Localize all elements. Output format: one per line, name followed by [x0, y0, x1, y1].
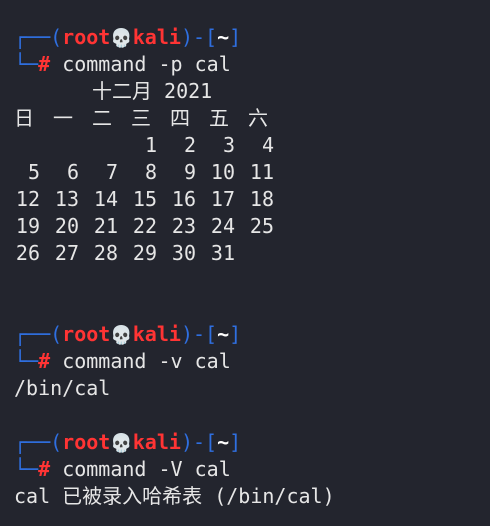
prompt-dir: ~: [217, 25, 230, 49]
prompt-host: kali: [132, 430, 181, 454]
calendar-day: 26: [15, 241, 40, 265]
calendar-day: 7: [105, 160, 118, 184]
calendar-day: 27: [54, 241, 79, 265]
weekday-label: 二: [92, 106, 112, 130]
terminal-window[interactable]: ┌──(root💀kali)-[~] └─# command -p cal 十二…: [0, 0, 492, 526]
calendar-day: 18: [249, 187, 274, 211]
calendar-day: 24: [210, 214, 235, 238]
weekday-label: 四: [170, 106, 190, 130]
calendar-header: 十二月 2021: [92, 79, 213, 103]
calendar-day: 8: [144, 160, 157, 184]
prompt-symbol: #: [38, 349, 51, 373]
command-text: command -V cal: [62, 457, 231, 481]
prompt-host: kali: [132, 25, 181, 49]
calendar-day: 31: [210, 241, 235, 265]
calendar-day: 13: [54, 187, 79, 211]
calendar-day: 15: [132, 187, 157, 211]
calendar-day: 25: [249, 214, 274, 238]
weekday-label: 六: [248, 106, 268, 130]
command-output: /bin/cal: [14, 376, 111, 400]
calendar-day: 22: [132, 214, 157, 238]
calendar-day: 19: [15, 214, 40, 238]
command-line: └─# command -V cal: [14, 457, 231, 481]
calendar-day: 14: [93, 187, 118, 211]
calendar-day: 6: [66, 160, 79, 184]
prompt-host: kali: [132, 322, 181, 346]
command-line: └─# command -p cal: [14, 52, 231, 76]
weekday-label: 日: [14, 106, 34, 130]
calendar-day: 3: [222, 133, 235, 157]
calendar-day: 30: [171, 241, 196, 265]
calendar-day: 2: [183, 133, 196, 157]
calendar-day: 10: [210, 160, 235, 184]
calendar-day: 29: [132, 241, 157, 265]
prompt-symbol: #: [38, 52, 51, 76]
skull-icon: 💀: [110, 433, 133, 454]
calendar-day: 17: [210, 187, 235, 211]
calendar-day: 4: [261, 133, 274, 157]
calendar-day: 5: [27, 160, 40, 184]
weekday-label: 三: [131, 106, 151, 130]
calendar-day: 28: [93, 241, 118, 265]
prompt-user: root: [62, 322, 111, 346]
calendar-day: 23: [171, 214, 196, 238]
skull-icon: 💀: [110, 28, 133, 49]
prompt-dir: ~: [217, 430, 230, 454]
command-text: command -p cal: [62, 52, 231, 76]
calendar-day: 11: [249, 160, 274, 184]
prompt-line: ┌──(root💀kali)-[~]: [14, 430, 242, 454]
prompt-user: root: [62, 25, 111, 49]
calendar-day: 20: [54, 214, 79, 238]
command-line: └─# command -v cal: [14, 349, 231, 373]
command-output: cal 已被录入哈希表 (/bin/cal): [14, 484, 335, 508]
calendar-day: 9: [183, 160, 196, 184]
command-text: command -v cal: [62, 349, 231, 373]
calendar-day: 16: [171, 187, 196, 211]
weekday-label: 一: [53, 106, 73, 130]
prompt-symbol: #: [38, 457, 51, 481]
weekday-label: 五: [209, 106, 229, 130]
prompt-line: ┌──(root💀kali)-[~]: [14, 25, 242, 49]
calendar-day: 1: [144, 133, 157, 157]
calendar-day: 12: [15, 187, 40, 211]
prompt-user: root: [62, 430, 111, 454]
prompt-dir: ~: [217, 322, 230, 346]
calendar-day: 21: [93, 214, 118, 238]
skull-icon: 💀: [110, 325, 133, 346]
prompt-line: ┌──(root💀kali)-[~]: [14, 322, 242, 346]
